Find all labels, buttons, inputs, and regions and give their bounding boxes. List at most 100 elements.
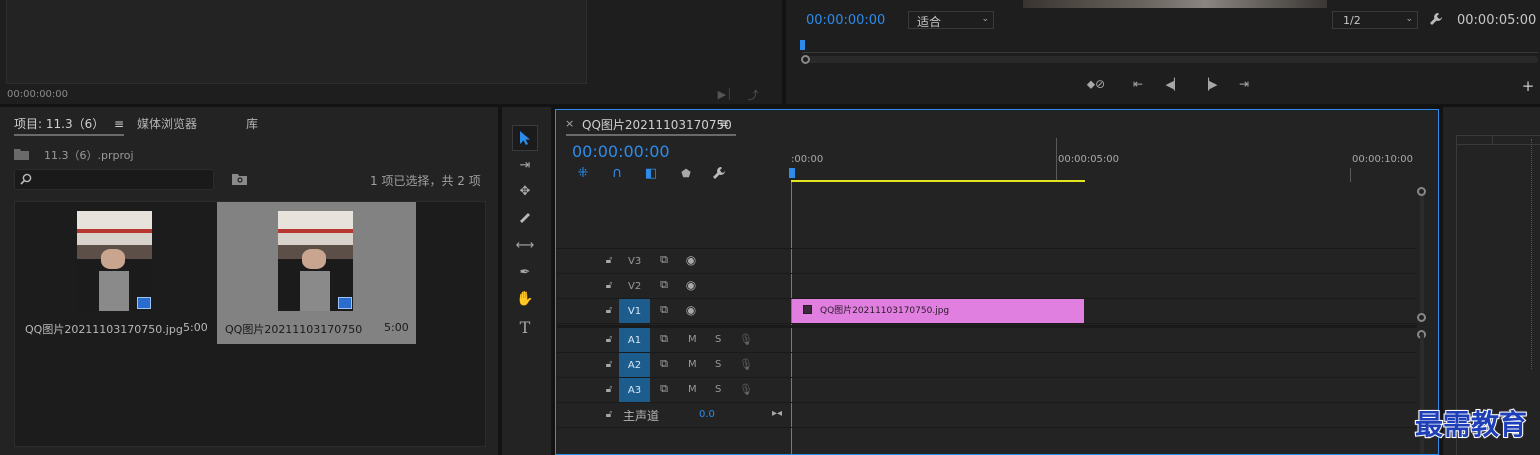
hamburger-menu-icon[interactable]: ≡: [114, 117, 124, 131]
vertical-scrollbar[interactable]: [1420, 190, 1424, 320]
mute-button[interactable]: M: [688, 334, 697, 345]
timeline-playhead-handle[interactable]: [789, 168, 795, 178]
microphone-icon[interactable]: 🎙︎: [739, 382, 753, 396]
track-target-a2[interactable]: A2: [619, 353, 650, 377]
microphone-icon[interactable]: 🎙︎: [739, 332, 753, 346]
master-track-label: 主声道: [623, 409, 660, 423]
source-monitor-canvas: [6, 0, 587, 84]
new-search-bin-icon[interactable]: [230, 171, 248, 187]
tools-panel: ⇥ ✥ ⟷ ✒ ✋ T: [502, 107, 551, 455]
zoom-handle-left[interactable]: [801, 55, 810, 64]
sync-lock-icon[interactable]: ⧉: [657, 278, 671, 292]
wrench-icon[interactable]: [710, 165, 728, 181]
track-select-tool-icon[interactable]: ⇥: [514, 155, 536, 175]
nest-toggle-icon[interactable]: ⁜: [574, 165, 592, 181]
timeline-clip[interactable]: QQ图片20211103170750.jpg: [792, 299, 1084, 323]
add-marker-icon[interactable]: ⬟: [677, 165, 695, 181]
lock-icon[interactable]: 🔓︎: [603, 358, 615, 370]
track-target-a1[interactable]: A1: [619, 328, 650, 352]
project-item-name: QQ图片20211103170750: [225, 323, 363, 336]
chevron-down-icon: ⌄: [1405, 14, 1413, 24]
insert-icon[interactable]: ⤴: [744, 88, 762, 102]
go-to-in-icon[interactable]: ⇤: [1128, 76, 1148, 92]
ruler-label: 00:00:10:00: [1352, 154, 1414, 165]
add-button-icon[interactable]: +: [1520, 77, 1536, 95]
search-input[interactable]: [14, 169, 214, 190]
lock-icon[interactable]: 🔓︎: [603, 304, 615, 316]
tab-library[interactable]: 库: [246, 115, 258, 132]
project-panel: 项目: 11.3（6） ≡ 媒体浏览器 库 11.3（6）.prproj 1 项…: [0, 107, 498, 455]
program-mini-ruler[interactable]: [800, 40, 1538, 54]
project-items-area: QQ图片20211103170750.jpg 5:00 QQ图片20211103…: [14, 201, 486, 447]
master-volume-value[interactable]: 0.0: [699, 409, 715, 420]
program-video-frame: [1023, 0, 1327, 8]
hamburger-menu-icon[interactable]: ≡: [719, 116, 729, 130]
mute-button[interactable]: M: [688, 384, 697, 395]
scroll-handle-top[interactable]: [1417, 187, 1426, 196]
lock-icon[interactable]: 🔓︎: [603, 333, 615, 345]
mute-button[interactable]: M: [688, 359, 697, 370]
wrench-icon[interactable]: [1428, 11, 1444, 27]
sync-lock-icon[interactable]: ⧉: [657, 303, 671, 317]
timeline-tab-title[interactable]: QQ图片20211103170750: [582, 116, 732, 133]
sync-lock-icon[interactable]: ⧉: [657, 357, 671, 371]
program-timecode[interactable]: 00:00:00:00: [806, 13, 885, 28]
close-tab-icon[interactable]: ×: [565, 117, 574, 130]
lock-icon[interactable]: 🔓︎: [603, 254, 615, 266]
snap-magnet-icon[interactable]: ∩: [608, 165, 626, 181]
track-row-master: 🔓︎ 主声道 0.0 ▸◂: [557, 403, 1417, 428]
selection-tool-icon[interactable]: [512, 125, 538, 151]
solo-button[interactable]: S: [715, 384, 721, 395]
go-to-out-icon[interactable]: ⇥: [1234, 76, 1254, 92]
program-zoom-bar[interactable]: [801, 55, 1538, 64]
export-frame-icon[interactable]: ▶⏐: [716, 88, 734, 102]
fit-dropdown[interactable]: 适合 ⌄: [908, 11, 994, 29]
microphone-icon[interactable]: 🎙︎: [739, 357, 753, 371]
image-sequence-badge-icon: [137, 297, 151, 309]
ruler-label: 00:00:05:00: [1058, 154, 1120, 165]
program-playhead[interactable]: [800, 40, 805, 50]
ruler-label: :00:00: [791, 154, 824, 165]
time-ruler[interactable]: :00:00 00:00:05:00 00:00:10:00: [789, 138, 1421, 182]
step-back-icon[interactable]: ◀▏: [1164, 76, 1184, 92]
slip-tool-icon[interactable]: ⟷: [514, 235, 536, 255]
hand-tool-icon[interactable]: ✋: [514, 289, 536, 309]
project-item-duration: 5:00: [183, 321, 208, 334]
razor-tool-icon[interactable]: [514, 208, 536, 228]
pen-tool-icon[interactable]: ✒: [514, 262, 536, 282]
work-area-bar[interactable]: [791, 180, 1085, 182]
lock-icon[interactable]: 🔓︎: [603, 383, 615, 395]
selection-status: 1 项已选择，共 2 项: [370, 174, 481, 188]
tab-project[interactable]: 项目: 11.3（6） ≡: [14, 115, 125, 136]
marker-icon[interactable]: ⬥⊘: [1084, 76, 1108, 92]
ripple-edit-tool-icon[interactable]: ✥: [514, 181, 536, 201]
scroll-handle-bottom[interactable]: [1417, 313, 1426, 322]
go-to-end-icon[interactable]: ▸◂: [769, 406, 785, 420]
type-tool-icon[interactable]: T: [514, 316, 536, 338]
eye-icon[interactable]: ◉: [683, 278, 699, 292]
linked-selection-icon[interactable]: ◧: [642, 165, 660, 181]
lock-icon[interactable]: 🔓︎: [603, 408, 615, 420]
solo-button[interactable]: S: [715, 334, 721, 345]
tab-media-browser[interactable]: 媒体浏览器: [137, 115, 197, 132]
project-item[interactable]: QQ图片20211103170750.jpg 5:00: [15, 202, 216, 344]
track-row-a3: 🔓︎ A3 ⧉ M S 🎙︎: [557, 378, 1417, 403]
timeline-timecode[interactable]: 00:00:00:00: [572, 142, 670, 161]
sync-lock-icon[interactable]: ⧉: [657, 332, 671, 346]
fit-dropdown-label: 适合: [917, 15, 942, 29]
eye-icon[interactable]: ◉: [683, 253, 699, 267]
track-row-v2: 🔓︎ V2 ⧉ ◉: [557, 274, 1417, 299]
chevron-down-icon: ⌄: [981, 14, 989, 24]
source-timecode[interactable]: 00:00:00:00: [7, 89, 68, 100]
eye-icon[interactable]: ◉: [683, 303, 699, 317]
track-target-a3[interactable]: A3: [619, 378, 650, 402]
track-target-v1[interactable]: V1: [619, 299, 650, 323]
project-item-selected[interactable]: QQ图片20211103170750 5:00: [217, 202, 416, 344]
step-forward-icon[interactable]: ▕▶: [1199, 76, 1219, 92]
lock-icon[interactable]: 🔓︎: [603, 279, 615, 291]
program-duration: 00:00:05:00: [1457, 13, 1537, 28]
resolution-dropdown[interactable]: 1/2 ⌄: [1332, 11, 1418, 29]
sync-lock-icon[interactable]: ⧉: [657, 253, 671, 267]
solo-button[interactable]: S: [715, 359, 721, 370]
sync-lock-icon[interactable]: ⧉: [657, 382, 671, 396]
